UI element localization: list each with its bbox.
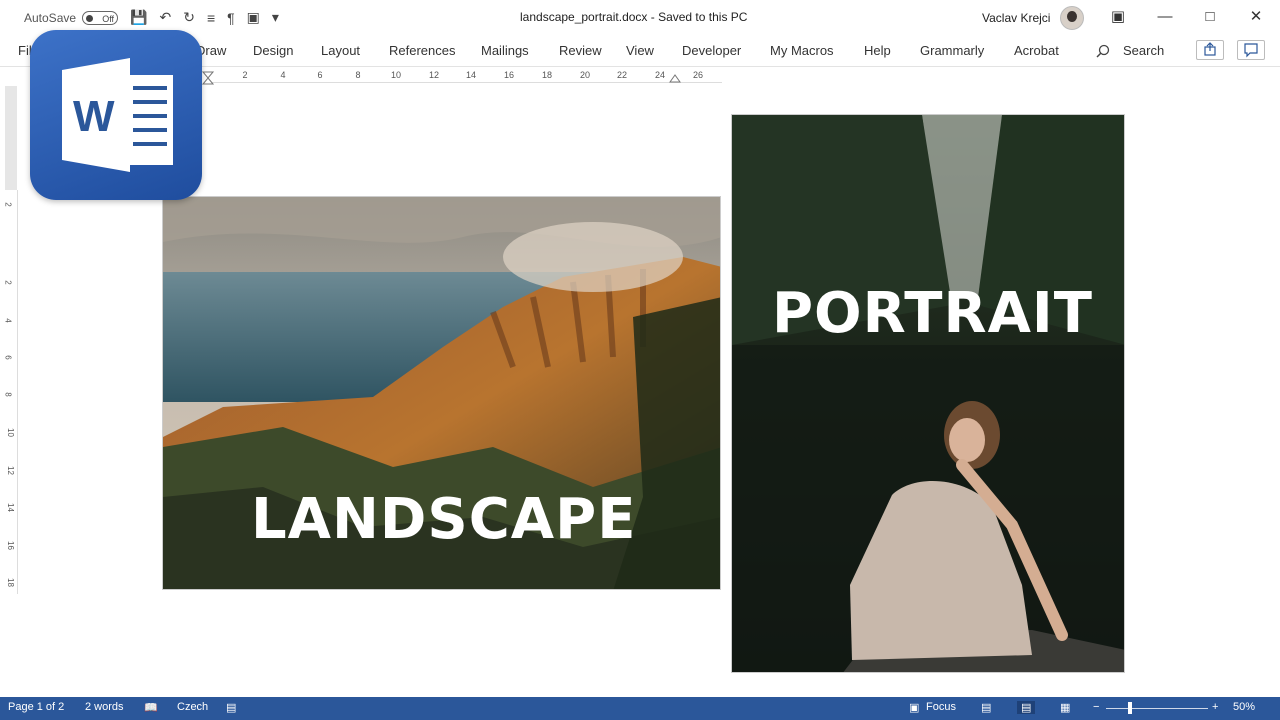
share-icon [1204,42,1216,56]
ruler-mark: 2 [242,70,248,80]
ruler-mark: 24 [654,70,666,80]
proofing-icon[interactable]: 📖 [144,701,158,714]
zoom-slider[interactable] [1106,708,1208,709]
zoom-level[interactable]: 50% [1233,701,1255,713]
ruler-mark: 10 [390,70,402,80]
read-mode-icon[interactable]: ▤ [981,701,991,714]
undo-icon[interactable]: ↶ [159,9,171,26]
print-layout-icon[interactable]: ▤ [1017,701,1036,714]
quick-access-toolbar: AutoSave Off 💾 ↶ ↻ ≡ ¶ ▣ ▾ [24,9,279,26]
tab-my-macros[interactable]: My Macros [770,43,834,58]
vertical-ruler[interactable]: 2 2 4 6 8 10 12 14 16 18 [3,190,18,594]
word-logo-letter: W [73,92,115,141]
ruler-mark: 18 [5,578,15,587]
portrait-photo [732,115,1124,672]
zoom-in-icon[interactable]: + [1212,701,1218,713]
tab-mailings[interactable]: Mailings [481,43,529,58]
focus-icon[interactable]: ▣ [909,701,919,714]
ruler-mark: 16 [503,70,515,80]
ruler-mark: 4 [280,70,286,80]
tab-layout[interactable]: Layout [321,43,360,58]
ruler-mark: 14 [5,503,15,512]
zoom-slider-thumb[interactable] [1128,702,1132,714]
ruler-mark: 2 [3,202,13,207]
ruler-mark: 10 [5,428,15,437]
tab-review[interactable]: Review [559,43,602,58]
word-logo: W [30,30,202,200]
ruler-mark: 12 [5,466,15,475]
ruler-mark: 6 [317,70,323,80]
ruler-mark: 16 [5,541,15,550]
ruler-mark: 8 [3,392,13,397]
close-icon[interactable]: ✕ [1241,6,1271,28]
right-indent-marker-icon[interactable] [669,73,681,83]
indent-marker-icon[interactable] [202,71,214,89]
autosave-label: AutoSave [24,10,77,25]
ruler-mark: 18 [541,70,553,80]
comments-button[interactable] [1237,40,1265,60]
tab-references[interactable]: References [389,43,455,58]
word-logo-icon [62,58,173,172]
tab-acrobat[interactable]: Acrobat [1014,43,1059,58]
comment-icon [1244,43,1258,58]
web-layout-icon[interactable]: ▦ [1060,701,1070,714]
portrait-image[interactable]: PORTRAIT [731,114,1125,673]
portrait-caption: PORTRAIT [772,281,1093,346]
share-button[interactable] [1196,40,1224,60]
customize-qat-icon[interactable]: ▾ [272,9,279,26]
save-icon[interactable]: 💾 [130,9,147,26]
search-box[interactable]: Search [1096,43,1164,58]
ruler-mark: 12 [428,70,440,80]
ribbon-display-icon[interactable]: ▣ [1103,6,1133,28]
align-icon[interactable]: ≡ [207,10,215,26]
status-bar: Page 1 of 2 2 words 📖 Czech ▤ ▣ Focus ▤ … [0,697,1280,720]
tab-developer[interactable]: Developer [682,43,741,58]
landscape-caption: LANDSCAPE [251,487,637,552]
user-name[interactable]: Vaclav Krejci [982,11,1050,25]
search-icon [1096,44,1110,58]
language[interactable]: Czech [177,701,208,713]
redo-icon[interactable]: ↻ [183,9,195,26]
ruler-mark: 20 [579,70,591,80]
ruler-mark: 22 [616,70,628,80]
maximize-icon[interactable]: □ [1195,6,1225,28]
tab-grammarly[interactable]: Grammarly [920,43,984,58]
pilcrow-icon[interactable]: ¶ [227,10,235,26]
ruler-mark: 6 [3,355,13,360]
zoom-out-icon[interactable]: − [1093,701,1099,713]
shapes-icon[interactable]: ▣ [247,9,260,26]
search-label: Search [1123,43,1165,58]
page-count[interactable]: Page 1 of 2 [8,701,64,713]
ruler-mark: 14 [465,70,477,80]
landscape-image[interactable]: LANDSCAPE [162,196,721,590]
tab-view[interactable]: View [626,43,654,58]
word-count[interactable]: 2 words [85,701,124,713]
tab-help[interactable]: Help [864,43,891,58]
ruler-mark: 2 [3,280,13,285]
horizontal-ruler[interactable]: 2 4 6 8 10 12 14 16 18 20 22 24 26 [202,70,722,85]
autosave-toggle[interactable]: Off [82,10,119,25]
accessibility-icon[interactable]: ▤ [226,701,236,714]
focus-label[interactable]: Focus [926,701,956,713]
document-title: landscape_portrait.docx - Saved to this … [520,10,748,24]
ruler-mark: 26 [692,70,704,80]
avatar[interactable] [1060,6,1084,30]
minimize-icon[interactable]: — [1150,6,1180,28]
tab-design[interactable]: Design [253,43,293,58]
vertical-ruler-margin [5,86,17,190]
ruler-mark: 4 [3,318,13,323]
ruler-mark: 8 [355,70,361,80]
